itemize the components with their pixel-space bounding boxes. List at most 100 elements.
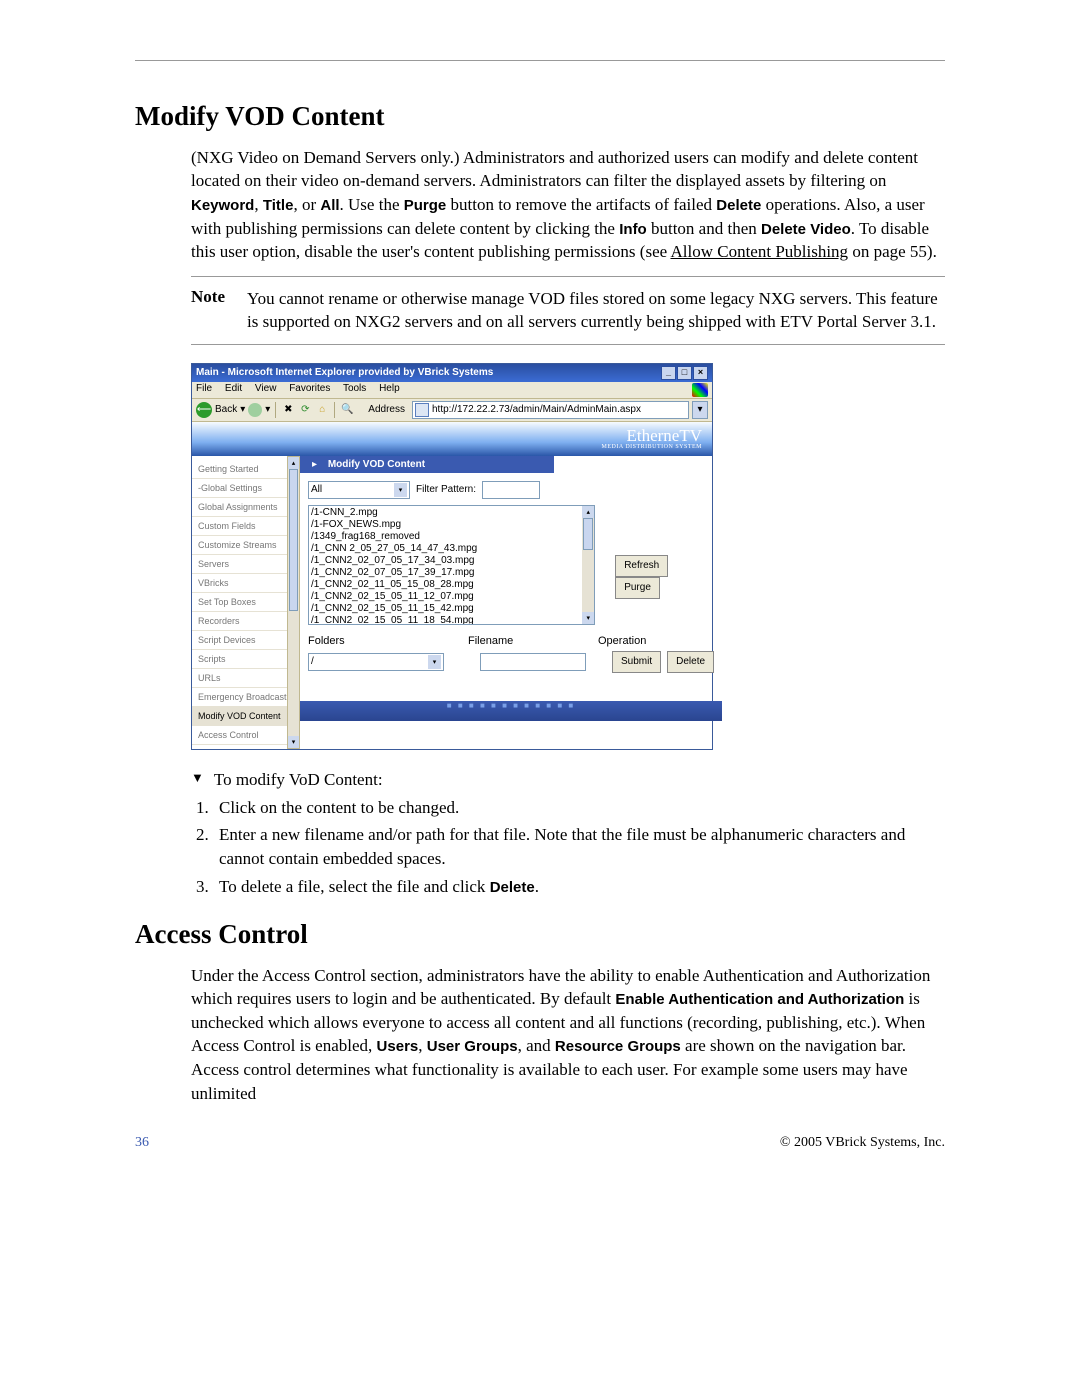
txt: , bbox=[254, 195, 263, 214]
folders-select[interactable]: / ▾ bbox=[308, 653, 444, 671]
col-folders: Folders bbox=[308, 635, 468, 647]
kw-keyword: Keyword bbox=[191, 197, 254, 214]
col-filename: Filename bbox=[468, 635, 598, 647]
address-bar[interactable]: http://172.22.2.73/admin/Main/AdminMain.… bbox=[412, 401, 689, 419]
filter-pattern-input[interactable] bbox=[482, 481, 540, 499]
page-icon bbox=[415, 403, 429, 417]
home-icon[interactable]: ⌂ bbox=[315, 403, 329, 417]
forward-dropdown-icon[interactable]: ▾ bbox=[265, 404, 270, 415]
close-icon[interactable]: × bbox=[693, 366, 708, 380]
stop-icon[interactable]: ✖ bbox=[281, 403, 295, 417]
search-icon[interactable]: 🔍 bbox=[340, 403, 354, 417]
kw-all: All bbox=[320, 197, 339, 214]
sidebar-item[interactable]: Emergency Broadcast bbox=[192, 688, 300, 707]
file-list-item[interactable]: /1-CNN_2.mpg bbox=[311, 507, 592, 519]
txt: button and then bbox=[647, 219, 761, 238]
note-box: Note You cannot rename or otherwise mana… bbox=[191, 276, 945, 345]
refresh-icon[interactable]: ⟳ bbox=[298, 403, 312, 417]
list-scroll-thumb[interactable] bbox=[583, 518, 593, 550]
sidebar-item[interactable]: Recorders bbox=[192, 612, 300, 631]
file-list-item[interactable]: /1-FOX_NEWS.mpg bbox=[311, 519, 592, 531]
purge-button[interactable]: Purge bbox=[615, 577, 660, 599]
sidebar-item[interactable]: Modify VOD Content bbox=[192, 707, 300, 726]
screenshot-figure: Main - Microsoft Internet Explorer provi… bbox=[191, 363, 945, 750]
sidebar-item[interactable]: Custom Fields bbox=[192, 517, 300, 536]
txt: , bbox=[418, 1036, 427, 1055]
note-text: You cannot rename or otherwise manage VO… bbox=[247, 287, 945, 334]
dropdown-icon[interactable]: ▾ bbox=[428, 655, 441, 669]
file-list-item[interactable]: /1_CNN 2_05_27_05_14_47_43.mpg bbox=[311, 543, 592, 555]
heading-modify-vod: Modify VOD Content bbox=[135, 101, 945, 132]
dropdown-icon[interactable]: ▾ bbox=[394, 483, 407, 497]
sidebar-item[interactable]: URLs bbox=[192, 669, 300, 688]
kw-enable-auth: Enable Authentication and Authorization bbox=[615, 991, 904, 1008]
file-list-item[interactable]: /1_CNN2_02_07_05_17_34_03.mpg bbox=[311, 555, 592, 567]
file-list-item[interactable]: /1349_frag168_removed bbox=[311, 531, 592, 543]
menu-tools[interactable]: Tools bbox=[343, 383, 366, 394]
link-allow-content-publishing[interactable]: Allow Content Publishing bbox=[670, 242, 848, 261]
file-list-item[interactable]: /1_CNN2_02_15_05_11_12_07.mpg bbox=[311, 591, 592, 603]
page-footer: 36 © 2005 VBrick Systems, Inc. bbox=[135, 1135, 945, 1151]
brand-subtext: MEDIA DISTRIBUTION SYSTEM bbox=[192, 444, 702, 450]
sidebar-item[interactable]: Access Control bbox=[192, 726, 300, 745]
file-listbox[interactable]: /1-CNN_2.mpg/1-FOX_NEWS.mpg/1349_frag168… bbox=[308, 505, 595, 625]
filter-select-value: All bbox=[311, 484, 322, 495]
para-modify-vod: (NXG Video on Demand Servers only.) Admi… bbox=[191, 146, 945, 264]
file-list-item[interactable]: /1_CNN2_02_11_05_15_08_28.mpg bbox=[311, 579, 592, 591]
list-scroll-up-icon[interactable]: ▴ bbox=[582, 506, 594, 518]
delete-button[interactable]: Delete bbox=[667, 651, 714, 673]
sidebar-item[interactable]: -Global Settings bbox=[192, 479, 300, 498]
step-1: Click on the content to be changed. bbox=[213, 796, 945, 820]
menu-favorites[interactable]: Favorites bbox=[289, 383, 330, 394]
address-dropdown-icon[interactable]: ▾ bbox=[692, 401, 708, 419]
panel-tab: ▸ Modify VOD Content bbox=[300, 456, 554, 473]
windows-flag-icon bbox=[692, 383, 708, 397]
back-dropdown-icon[interactable]: ▾ bbox=[240, 404, 245, 415]
menu-edit[interactable]: Edit bbox=[225, 383, 242, 394]
file-list-item[interactable]: /1_CNN2_02_15_05_11_18_54.mpg bbox=[311, 615, 592, 625]
brand-text: EtherneTV bbox=[626, 426, 702, 445]
sidebar-scrollbar[interactable]: ▴ ▾ bbox=[287, 456, 300, 749]
menu-file[interactable]: File bbox=[196, 383, 212, 394]
sidebar-item[interactable]: Customize Streams bbox=[192, 536, 300, 555]
kw-user-groups: User Groups bbox=[427, 1038, 518, 1055]
file-list-item[interactable]: /1_CNN2_02_07_05_17_39_17.mpg bbox=[311, 567, 592, 579]
sidebar-item[interactable]: Getting Started bbox=[192, 460, 300, 479]
refresh-button[interactable]: Refresh bbox=[615, 555, 668, 577]
txt: button to remove the artifacts of failed bbox=[446, 195, 716, 214]
sidebar-item[interactable]: Script Devices bbox=[192, 631, 300, 650]
filter-select[interactable]: All ▾ bbox=[308, 481, 410, 499]
list-scroll-down-icon[interactable]: ▾ bbox=[582, 612, 594, 624]
menu-help[interactable]: Help bbox=[379, 383, 400, 394]
steps-lead-text: To modify VoD Content: bbox=[214, 770, 383, 790]
txt: on page 55). bbox=[848, 242, 937, 261]
menu-view[interactable]: View bbox=[255, 383, 277, 394]
step-3-text: To delete a file, select the file and cl… bbox=[219, 877, 490, 896]
filename-input[interactable] bbox=[480, 653, 586, 671]
scroll-up-icon[interactable]: ▴ bbox=[288, 457, 299, 469]
steps-list: Click on the content to be changed. Ente… bbox=[191, 796, 945, 899]
back-label[interactable]: Back bbox=[215, 404, 237, 415]
main-panel: ▸ Modify VOD Content All ▾ Filter Patter… bbox=[300, 456, 722, 749]
sidebar-item[interactable]: Global Assignments bbox=[192, 498, 300, 517]
forward-icon[interactable] bbox=[248, 403, 262, 417]
minimize-icon[interactable]: _ bbox=[661, 366, 676, 380]
sidebar-item[interactable]: Scripts bbox=[192, 650, 300, 669]
list-scrollbar[interactable]: ▴ ▾ bbox=[582, 506, 594, 624]
sidebar-item[interactable]: Servers bbox=[192, 555, 300, 574]
file-list-item[interactable]: /1_CNN2_02_15_05_11_15_42.mpg bbox=[311, 603, 592, 615]
step-2: Enter a new filename and/or path for tha… bbox=[213, 823, 945, 871]
ie-menubar: File Edit View Favorites Tools Help bbox=[192, 382, 712, 399]
scroll-thumb[interactable] bbox=[289, 469, 298, 611]
submit-button[interactable]: Submit bbox=[612, 651, 661, 673]
ie-title: Main - Microsoft Internet Explorer provi… bbox=[196, 367, 493, 378]
sidebar-item[interactable]: VBricks bbox=[192, 574, 300, 593]
back-icon[interactable]: ⟵ bbox=[196, 402, 212, 418]
folders-value: / bbox=[311, 656, 314, 667]
scroll-down-icon[interactable]: ▾ bbox=[288, 736, 299, 748]
sidebar-item[interactable]: Set Top Boxes bbox=[192, 593, 300, 612]
ie-titlebar: Main - Microsoft Internet Explorer provi… bbox=[192, 364, 712, 382]
maximize-icon[interactable]: □ bbox=[677, 366, 692, 380]
kw-info: Info bbox=[619, 221, 647, 238]
expand-arrow-icon[interactable]: ▸ bbox=[312, 459, 317, 470]
